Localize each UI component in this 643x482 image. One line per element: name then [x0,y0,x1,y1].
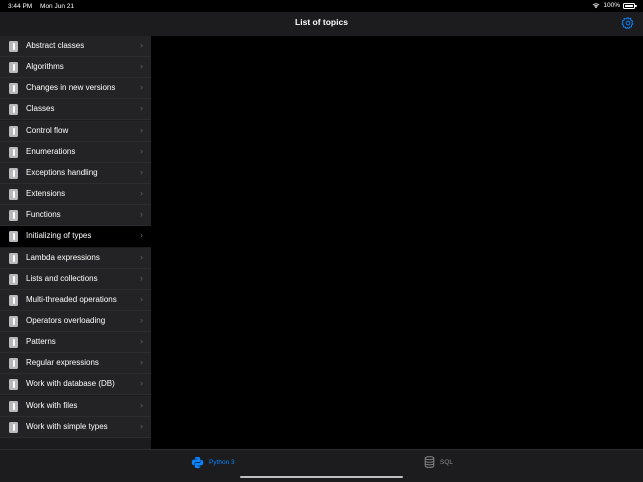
list-item[interactable]: Work with files › [0,395,151,417]
status-date: Mon Jun 21 [40,3,74,10]
chevron-right-icon: › [140,251,143,262]
topic-label: Lambda expressions [26,252,100,262]
status-time: 3:44 PM [8,3,33,10]
topic-icon [9,146,18,158]
topic-icon [9,252,18,264]
list-item[interactable]: Operators overloading › [0,310,151,332]
chevron-right-icon: › [140,61,143,72]
topic-label: Multi-threaded operations [26,294,117,304]
chevron-right-icon: › [140,166,143,177]
topic-icon [9,62,18,74]
chevron-right-icon: › [140,293,143,304]
topic-label: Lists and collections [26,273,98,283]
topic-icon [9,189,18,201]
database-icon [424,456,435,468]
topic-label: Work with files [26,400,78,410]
topic-icon [9,358,18,370]
chevron-right-icon: › [140,209,143,220]
battery-percent: 100% [603,2,620,9]
chevron-right-icon: › [140,420,143,431]
topic-icon [9,421,18,433]
list-item[interactable]: Extensions › [0,184,151,206]
list-item[interactable]: Initializing of types › [0,226,151,248]
list-item[interactable]: Work with simple types › [0,416,151,438]
tab-bar: Python 3 SQL [0,449,643,482]
chevron-right-icon: › [140,357,143,368]
battery-icon [623,2,637,9]
navigation-bar: List of topics [0,12,643,36]
chevron-right-icon: › [140,145,143,156]
list-item[interactable]: Abstract classes › [0,36,151,57]
chevron-right-icon: › [140,272,143,283]
topic-label: Control flow [26,125,69,135]
list-item[interactable]: Algorithms › [0,57,151,79]
topic-icon [9,231,18,243]
chevron-right-icon: › [140,40,143,50]
chevron-right-icon: › [140,314,143,325]
chevron-right-icon: › [140,188,143,199]
list-item[interactable]: Multi-threaded operations › [0,289,151,311]
topic-icon [9,167,18,179]
tab-python[interactable]: Python 3 [191,456,235,468]
list-item[interactable]: Exceptions handling › [0,162,151,184]
topic-label: Abstract classes [26,41,85,50]
topic-icon [9,315,18,327]
chevron-right-icon: › [140,103,143,114]
topic-label: Initializing of types [26,231,92,241]
topic-icon [9,400,18,412]
home-indicator[interactable] [240,475,403,478]
chevron-right-icon: › [140,336,143,347]
list-item[interactable]: Functions › [0,205,151,227]
topic-label: Work with simple types [26,421,108,431]
topics-list: Abstract classes › Algorithms › Changes in n… [0,36,151,449]
topic-icon [9,337,18,349]
topic-label: Extensions [26,189,66,199]
chevron-right-icon: › [140,124,143,135]
list-item[interactable]: Control flow › [0,120,151,142]
tab-python-label: Python 3 [209,458,235,466]
topic-label: Operators overloading [26,315,106,325]
python-icon [191,456,204,468]
topic-label: Changes in new versions [26,83,116,93]
topic-label: Exceptions handling [26,167,98,177]
topic-icon [9,273,18,285]
topic-icon [9,104,18,116]
topic-label: Algorithms [26,62,64,72]
list-item[interactable]: Patterns › [0,332,151,354]
chevron-right-icon: › [140,230,143,241]
status-bar: 3:44 PM Mon Jun 21 100% [0,0,643,12]
tab-sql-label: SQL [440,458,454,466]
topic-label: Enumerations [26,146,76,156]
topic-icon [9,83,18,95]
chevron-right-icon: › [140,82,143,93]
list-item[interactable]: Lambda expressions › [0,247,151,269]
list-item[interactable]: Regular expressions › [0,353,151,375]
page-title: List of topics [295,17,348,27]
tab-sql[interactable]: SQL [424,456,453,468]
topic-label: Patterns [26,337,56,347]
detail-pane [151,36,643,449]
list-item[interactable]: Classes › [0,99,151,121]
topic-label: Classes [26,104,55,114]
topic-icon [9,41,18,52]
chevron-right-icon: › [140,399,143,410]
topic-icon [9,379,18,391]
topic-label: Functions [26,210,61,220]
topic-icon [9,125,18,137]
list-item[interactable]: Lists and collections › [0,268,151,290]
topic-label: Work with database (DB) [26,379,115,389]
wifi-icon [592,3,600,9]
topic-icon [9,210,18,222]
chevron-right-icon: › [140,378,143,389]
list-item[interactable]: Work with database (DB) › [0,374,151,396]
gear-icon[interactable] [621,16,635,30]
list-item[interactable]: Enumerations › [0,141,151,163]
topic-label: Regular expressions [26,358,99,368]
list-item[interactable]: Changes in new versions › [0,78,151,100]
topic-icon [9,294,18,306]
